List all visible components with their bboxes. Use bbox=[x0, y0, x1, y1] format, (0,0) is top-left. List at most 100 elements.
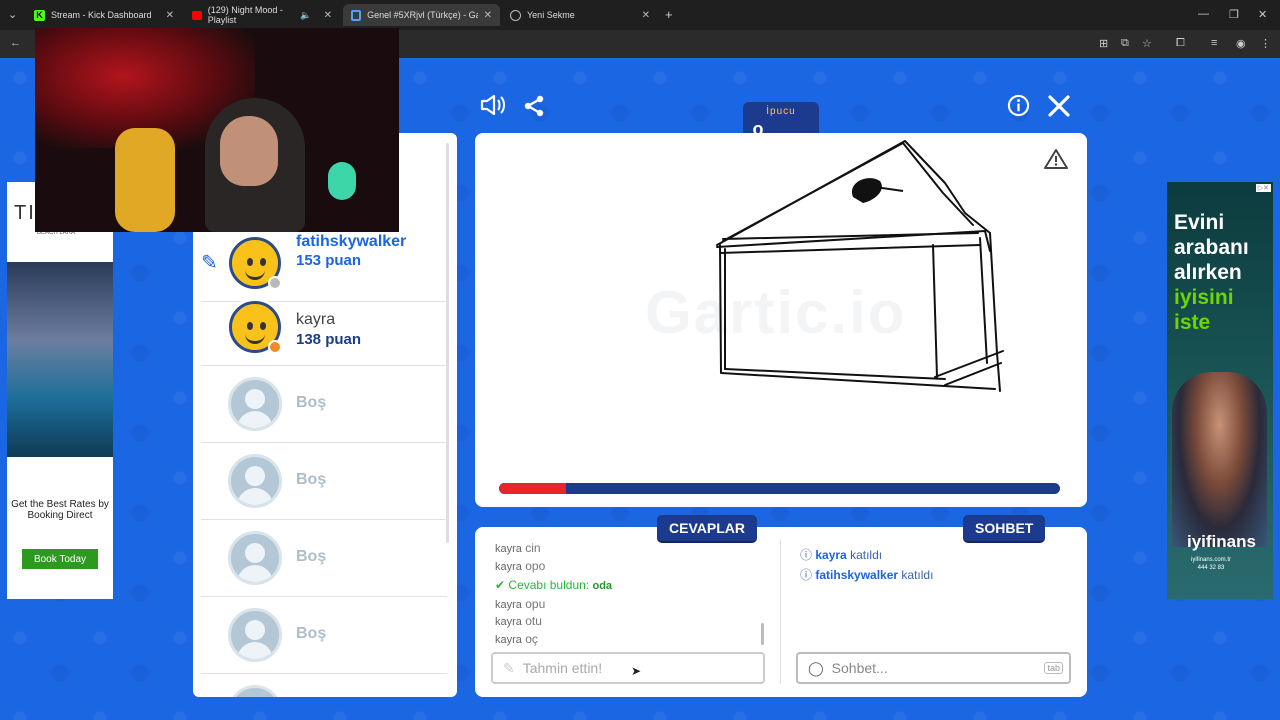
answer-user: kayra bbox=[495, 561, 522, 573]
gartic-icon bbox=[351, 9, 362, 21]
drawing-canvas[interactable]: Gartic.io bbox=[475, 133, 1087, 507]
chat-user: kayra bbox=[815, 548, 847, 562]
answers-scrollbar[interactable] bbox=[761, 623, 764, 645]
player-name: fatihskywalker bbox=[296, 233, 407, 250]
answer-user: kayra bbox=[495, 616, 522, 628]
close-icon[interactable]: ✕ bbox=[642, 10, 650, 21]
guess-placeholder: Tahmin ettin! bbox=[522, 660, 603, 676]
answer-line: kayra oç bbox=[495, 632, 538, 646]
drawing-sketch bbox=[716, 140, 1004, 392]
avatar bbox=[226, 606, 284, 664]
player-row[interactable]: kayra 138 puan bbox=[201, 289, 447, 366]
cast-icon[interactable]: ⧉ bbox=[1121, 37, 1129, 50]
kick-icon: K bbox=[34, 9, 45, 21]
new-tab-button[interactable]: + bbox=[665, 7, 673, 22]
ad-right[interactable]: ▷✕ Evini arabanı alırken iyisini iste iy… bbox=[1167, 182, 1273, 599]
ad-line: Evini bbox=[1174, 211, 1225, 234]
answer-user: kayra bbox=[495, 634, 522, 646]
report-warning-icon[interactable] bbox=[1044, 148, 1068, 176]
answers-chat-panel: CEVAPLAR SOHBET kayra cin kayra opo ✔ Ce… bbox=[475, 515, 1087, 697]
chat-text: katıldı bbox=[850, 548, 883, 562]
chat-user: fatihskywalker bbox=[815, 568, 899, 582]
avatar bbox=[226, 234, 284, 292]
ad-photo bbox=[7, 262, 113, 457]
chat-placeholder: Sohbet... bbox=[831, 660, 888, 676]
close-icon[interactable]: ✕ bbox=[484, 10, 492, 21]
menu-icon[interactable]: ⋮ bbox=[1260, 37, 1271, 50]
info-icon[interactable] bbox=[1007, 94, 1030, 123]
answer-word: oda bbox=[592, 580, 613, 592]
ad-phone: 444 32 83 bbox=[1197, 565, 1225, 571]
tab-key-hint: tab bbox=[1044, 662, 1063, 674]
close-game-icon[interactable] bbox=[1047, 94, 1071, 124]
hint-label: İpucu bbox=[766, 106, 796, 117]
info-circle-icon: ⓘ bbox=[800, 568, 813, 582]
back-icon[interactable]: ← bbox=[10, 37, 21, 49]
minimize-icon[interactable]: — bbox=[1198, 8, 1209, 20]
ad-logo: TI bbox=[14, 202, 36, 224]
ad-brand: iyifinans bbox=[1187, 532, 1256, 551]
maximize-icon[interactable]: ❐ bbox=[1229, 8, 1239, 21]
browser-tab-bar: ⌄ K Stream - Kick Dashboard ✕ (129) Nigh… bbox=[0, 0, 1280, 30]
ad-info-icon[interactable]: ▷✕ bbox=[1255, 184, 1271, 192]
ad-line: iste bbox=[1174, 311, 1211, 334]
tab-gartic[interactable]: Genel #5XRjvl (Türkçe) - Gartic ✕ bbox=[343, 4, 500, 26]
ad-line: arabanı bbox=[1174, 236, 1249, 259]
chat-input[interactable]: ◯ Sohbet... tab bbox=[796, 652, 1071, 684]
translate-icon[interactable]: ⊞ bbox=[1099, 37, 1108, 50]
answer-text: opu bbox=[525, 597, 546, 611]
empty-slot bbox=[201, 674, 447, 697]
close-icon[interactable]: ✕ bbox=[324, 10, 332, 21]
answer-line: kayra opu bbox=[495, 597, 545, 611]
tab-title: (129) Night Mood - Playlist bbox=[207, 5, 283, 25]
speaker-icon[interactable] bbox=[480, 94, 506, 122]
tab-search-chevron-icon[interactable]: ⌄ bbox=[8, 8, 17, 21]
tab-youtube[interactable]: (129) Night Mood - Playlist 🔈 ✕ bbox=[184, 4, 340, 26]
ad-contact: iyifinans.com.tr 444 32 83 bbox=[1191, 556, 1231, 572]
answer-text: otu bbox=[525, 614, 542, 628]
avatar bbox=[226, 298, 284, 356]
avatar bbox=[226, 452, 284, 510]
bookmark-star-icon[interactable]: ☆ bbox=[1142, 37, 1152, 50]
share-icon[interactable] bbox=[522, 94, 546, 124]
answer-user: kayra bbox=[495, 543, 522, 555]
answer-text: opo bbox=[525, 559, 546, 573]
tab-new[interactable]: Yeni Sekme ✕ bbox=[502, 4, 658, 26]
answer-line: kayra opo bbox=[495, 559, 545, 573]
pencil-icon: ✎ bbox=[503, 659, 515, 676]
profile-avatar[interactable]: ◉ bbox=[1236, 37, 1246, 50]
empty-slot-label: Boş bbox=[296, 625, 327, 642]
avatar bbox=[226, 683, 284, 697]
speaker-icon[interactable]: 🔈 bbox=[300, 10, 311, 21]
answer-user: kayra bbox=[495, 599, 522, 611]
check-icon: ✔ bbox=[495, 578, 506, 592]
tab-answers[interactable]: CEVAPLAR bbox=[657, 515, 757, 541]
player-name: kayra bbox=[296, 311, 336, 328]
answer-line: kayra otu bbox=[495, 614, 542, 628]
info-circle-icon: ⓘ bbox=[800, 548, 813, 562]
timer-fill bbox=[499, 483, 567, 494]
divider bbox=[780, 539, 781, 684]
ad-person-image bbox=[1172, 372, 1267, 547]
close-icon[interactable]: ✕ bbox=[166, 10, 174, 21]
close-window-icon[interactable]: ✕ bbox=[1258, 8, 1267, 21]
ad-text: Get the Best Rates by Booking Direct bbox=[11, 499, 109, 521]
answer-text: Cevabı buldun: bbox=[508, 578, 590, 592]
empty-slot: Boş bbox=[201, 366, 447, 443]
reading-list-icon[interactable]: ≡ bbox=[1211, 37, 1217, 49]
status-dot bbox=[268, 276, 282, 290]
ad-book-button[interactable]: Book Today bbox=[22, 549, 98, 569]
ad-left[interactable]: TI BEACH LARA Get the Best Rates by Book… bbox=[7, 182, 113, 599]
timer-bar bbox=[499, 483, 1060, 494]
extensions-icon[interactable]: ⧠ bbox=[1176, 37, 1185, 50]
empty-slot: Boş bbox=[201, 520, 447, 597]
answer-text: oç bbox=[525, 632, 538, 646]
empty-slot-label: Boş bbox=[296, 548, 327, 565]
guess-input[interactable]: ✎ Tahmin ettin! ➤ bbox=[491, 652, 765, 684]
chat-line: ⓘ kayra katıldı bbox=[800, 546, 882, 563]
tab-kick[interactable]: K Stream - Kick Dashboard ✕ bbox=[26, 4, 182, 26]
tab-chat[interactable]: SOHBET bbox=[963, 515, 1046, 541]
empty-slot-label: Boş bbox=[296, 394, 327, 411]
tab-title: Genel #5XRjvl (Türkçe) - Gartic bbox=[367, 10, 477, 20]
search-icon: ◯ bbox=[808, 659, 824, 676]
